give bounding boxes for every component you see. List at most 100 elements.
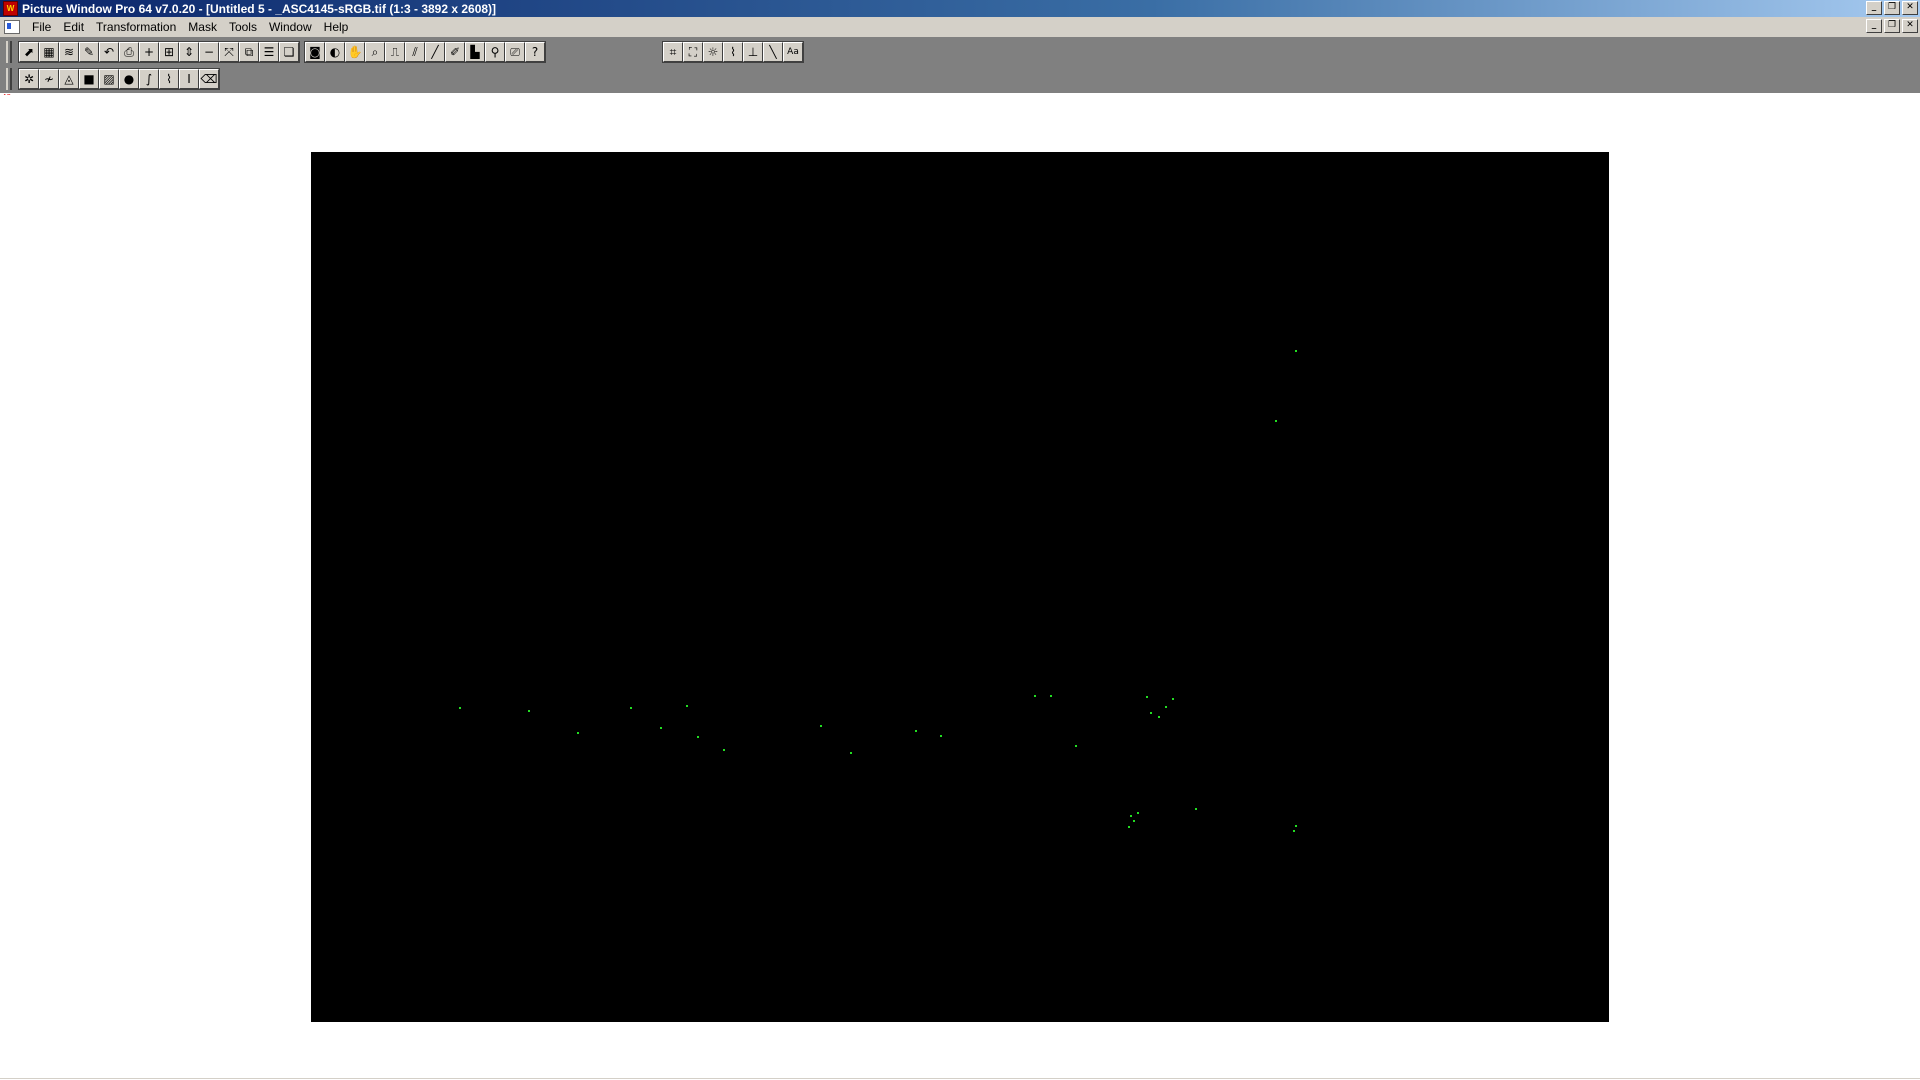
zoom-out-button[interactable]: − <box>199 42 219 62</box>
gradient-button[interactable]: ▨ <box>99 69 119 89</box>
magnifier-button[interactable]: ⌕ <box>365 42 385 62</box>
thumbnails-button[interactable]: ▦ <box>39 42 59 62</box>
line-button[interactable]: ╲ <box>763 42 783 62</box>
stamp-button[interactable]: ⎍ <box>385 42 405 62</box>
menu-bar: File Edit Transformation Mask Tools Wind… <box>0 17 1920 37</box>
perspective-button[interactable]: ◬ <box>59 69 79 89</box>
restore-button[interactable]: ❐ <box>1884 1 1900 15</box>
eyedropper-button[interactable]: ⚲ <box>485 42 505 62</box>
menu-window[interactable]: Window <box>263 20 318 34</box>
info-button[interactable]: ⎚ <box>505 42 525 62</box>
brightness-button[interactable]: ☼ <box>703 42 723 62</box>
list-button[interactable]: ☰ <box>259 42 279 62</box>
brush-strokes-button[interactable]: ⫽ <box>405 42 425 62</box>
menu-transformation[interactable]: Transformation <box>90 20 182 34</box>
speckle <box>723 749 725 751</box>
speckle <box>697 736 699 738</box>
toolbar-row-2: ✲ ≁ ◬ ■ ▨ ● ∫ ⌇ I ⌫ <box>0 67 220 91</box>
eraser-button[interactable]: ⌫ <box>199 69 219 89</box>
speckle <box>1165 706 1167 708</box>
speckle <box>850 752 852 754</box>
magnifier-icon: ⌕ <box>371 45 379 59</box>
hand-icon: ✋ <box>347 45 363 59</box>
status-bar-edge <box>0 1078 1920 1079</box>
document-icon[interactable] <box>4 20 20 34</box>
stamp-icon: ⎍ <box>390 45 400 59</box>
blur-icon: ≁ <box>43 72 55 86</box>
fit-screen-icon: ⤧ <box>224 45 234 59</box>
doc-restore-button[interactable]: ❐ <box>1884 19 1900 33</box>
speckle <box>1034 695 1036 697</box>
window-controls: _ ❐ ✕ <box>1866 1 1918 15</box>
levels-button[interactable]: ⊥ <box>743 42 763 62</box>
toolbar-grip[interactable] <box>6 41 12 63</box>
speckle <box>630 707 632 709</box>
black-point-button[interactable]: ■ <box>79 69 99 89</box>
doc-minimize-button[interactable]: _ <box>1866 19 1882 33</box>
speckle <box>1295 350 1297 352</box>
speckle <box>1275 420 1277 422</box>
minimize-button[interactable]: _ <box>1866 1 1882 15</box>
open-button[interactable]: ⬈ <box>19 42 39 62</box>
menu-edit[interactable]: Edit <box>57 20 90 34</box>
edit-button[interactable]: ✎ <box>79 42 99 62</box>
brush-strokes-icon: ⫽ <box>412 45 418 59</box>
speckle <box>1195 808 1197 810</box>
sphere-icon: ● <box>123 72 135 86</box>
image-display[interactable] <box>311 152 1609 1022</box>
pen-button[interactable]: ╱ <box>425 42 445 62</box>
app-logo-icon: W <box>3 1 18 16</box>
actual-size-button[interactable]: ⇕ <box>179 42 199 62</box>
toolbar-grip-2[interactable] <box>6 68 12 90</box>
warp-icon: ⌇ <box>166 72 172 86</box>
menu-tools[interactable]: Tools <box>223 20 263 34</box>
doc-close-button[interactable]: ✕ <box>1902 19 1918 33</box>
sharpen-button[interactable]: ✲ <box>19 69 39 89</box>
windows-icon: ❏ <box>283 45 295 59</box>
text-button[interactable]: Aa <box>783 42 803 62</box>
curve-tool-button[interactable]: ∫ <box>139 69 159 89</box>
wave-button[interactable]: ≋ <box>59 42 79 62</box>
duplicate-button[interactable]: ⧉ <box>239 42 259 62</box>
actual-size-icon: ⇕ <box>183 45 195 59</box>
fit-screen-button[interactable]: ⤧ <box>219 42 239 62</box>
print-button[interactable]: ⎙ <box>119 42 139 62</box>
close-button[interactable]: ✕ <box>1902 1 1918 15</box>
speckle <box>1128 826 1130 828</box>
warp-button[interactable]: ⌇ <box>159 69 179 89</box>
hand-button[interactable]: ✋ <box>345 42 365 62</box>
color-icon: ◐ <box>329 45 341 59</box>
zoom-in-button[interactable]: + <box>139 42 159 62</box>
crop-button[interactable]: ⌗ <box>663 42 683 62</box>
levels-icon: ⊥ <box>747 45 759 59</box>
windows-button[interactable]: ❏ <box>279 42 299 62</box>
text-cursor-button[interactable]: I <box>179 69 199 89</box>
tools-toolbar: ◙ ◐ ✋ ⌕ ⎍ ⫽ ╱ ✐ ▙ ⚲ ⎚? <box>304 41 546 63</box>
brightness-icon: ☼ <box>707 45 719 59</box>
resize-button[interactable]: ⛶ <box>683 42 703 62</box>
text-icon: Aa <box>787 46 799 57</box>
curves-button[interactable]: ⌇ <box>723 42 743 62</box>
toolbar-area: ⬈ ▦ ≋ ✎ ↶ ⎙ + ⊞ ⇕ − ⤧ ⧉ ☰ ❏ ◙ ◐ ✋ ⌕ ⎍ ⫽ ╱ ✐ ▙ ⚲ ⎚? ⌗ ⛶ ☼ ⌇ ⊥ ╲ Aa ✲ ≁ ◬… <box>0 37 1920 93</box>
sharpen-icon: ✲ <box>23 72 35 86</box>
fit-window-button[interactable]: ⊞ <box>159 42 179 62</box>
speckle <box>1150 712 1152 714</box>
eyedropper-icon: ⚲ <box>490 45 500 59</box>
undo-button[interactable]: ↶ <box>99 42 119 62</box>
histogram-button[interactable]: ▙ <box>465 42 485 62</box>
blur-button[interactable]: ≁ <box>39 69 59 89</box>
duplicate-icon: ⧉ <box>244 45 254 59</box>
resize-icon: ⛶ <box>688 45 698 59</box>
sphere-button[interactable]: ● <box>119 69 139 89</box>
speckle <box>459 707 461 709</box>
camera-button[interactable]: ◙ <box>305 42 325 62</box>
brush-button[interactable]: ✐ <box>445 42 465 62</box>
menu-file[interactable]: File <box>26 20 57 34</box>
black-point-icon: ■ <box>83 72 95 86</box>
color-button[interactable]: ◐ <box>325 42 345 62</box>
speckle <box>660 727 662 729</box>
help-button[interactable]: ? <box>525 42 545 62</box>
menu-help[interactable]: Help <box>318 20 355 34</box>
help-icon: ? <box>531 45 539 59</box>
menu-mask[interactable]: Mask <box>182 20 223 34</box>
